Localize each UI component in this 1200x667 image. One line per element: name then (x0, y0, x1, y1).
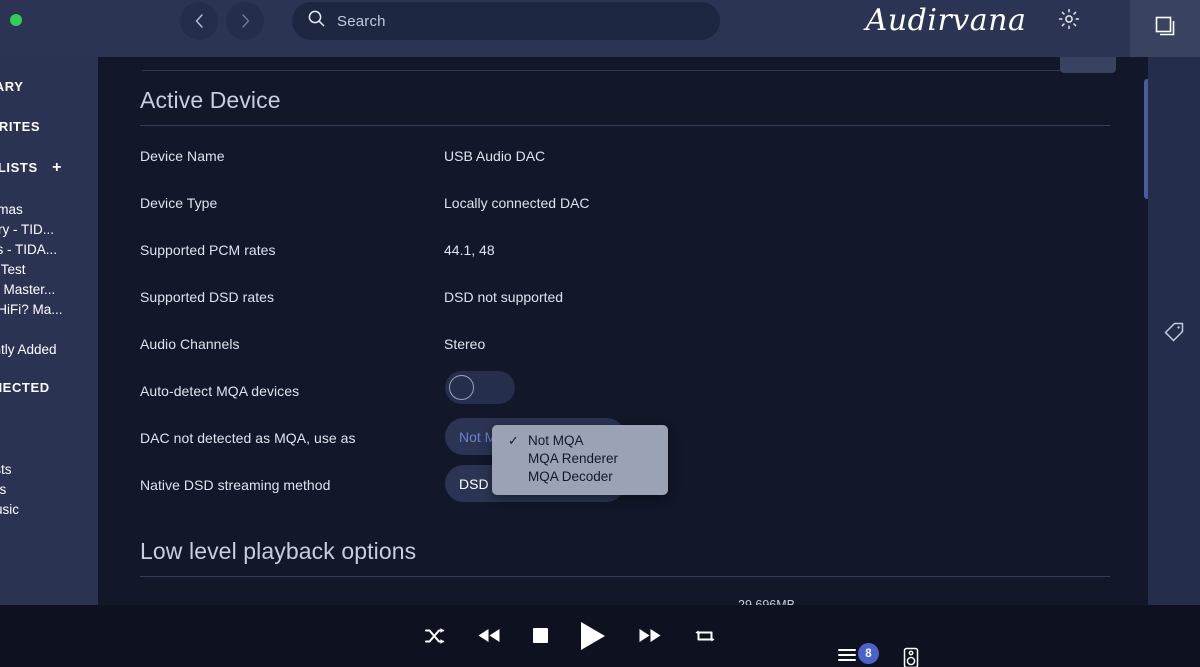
next-button[interactable] (638, 627, 662, 647)
play-icon (580, 621, 606, 654)
low-level-divider (140, 576, 1110, 577)
sidebar-item-christmas[interactable]: Christmas (0, 200, 23, 220)
forward-button[interactable] (226, 2, 264, 40)
sidebar-header-playlists-row: PLAYLISTS + (0, 159, 62, 177)
window-mode-button[interactable] (1130, 0, 1200, 57)
shuffle-button[interactable] (424, 627, 445, 648)
sidebar-item-country-tidal[interactable]: Country - TID... (0, 220, 54, 240)
repeat-button[interactable] (694, 627, 716, 648)
audirvana-window: Search Audirvana LIBRARY FAVORITES (0, 0, 1200, 667)
sidebar-header-favorites: FAVORITES (0, 119, 41, 134)
active-device-divider (140, 125, 1110, 126)
stop-button[interactable] (533, 628, 548, 646)
toggle-knob (449, 375, 474, 400)
sidebar-item-eagles-tidal[interactable]: Eagles - TIDA... (0, 240, 57, 260)
low-level-title: Low level playback options (140, 538, 417, 564)
dropdown-option-mqa-renderer[interactable]: MQA Renderer (492, 450, 668, 468)
mqa-use-as-dropdown-menu[interactable]: ✓ Not MQA MQA Renderer MQA Decoder (492, 425, 668, 495)
row-label-audio-channels: Audio Channels (140, 336, 240, 352)
dropdown-option-label: MQA Renderer (528, 451, 619, 466)
top-bar: Search Audirvana (0, 0, 1200, 57)
window-restore-icon (1153, 14, 1177, 43)
row-value-device-name: USB Audio DAC (444, 148, 546, 164)
row-value-pcm-rates: 44.1, 48 (444, 242, 495, 258)
row-value-dsd-rates: DSD not supported (444, 289, 564, 305)
sidebar-item-recently-added[interactable]: Recently Added (0, 340, 57, 360)
sidebar-item-tidal-masters[interactable]: TIDAL Master... (0, 280, 55, 300)
row-label-device-type: Device Type (140, 195, 218, 211)
row-label-device-name: Device Name (140, 148, 225, 164)
right-rail (1148, 57, 1200, 605)
sidebar-item-my-music[interactable]: My Music (0, 500, 19, 520)
previous-button[interactable] (477, 627, 501, 647)
search-icon (308, 10, 325, 32)
buffer-size-value: 29.696MB (738, 598, 795, 605)
row-value-device-type: Locally connected DAC (444, 195, 590, 211)
scrolled-button-above[interactable] (1060, 57, 1116, 73)
search-input[interactable]: Search (292, 2, 720, 40)
row-label-native-dsd: Native DSD streaming method (140, 477, 331, 493)
tags-button[interactable] (1159, 319, 1189, 349)
dropdown-option-mqa-decoder[interactable]: MQA Decoder (492, 468, 668, 486)
auto-detect-mqa-toggle[interactable] (445, 371, 515, 404)
shuffle-icon (424, 627, 445, 648)
repeat-icon (694, 627, 716, 648)
dropdown-option-label: Not MQA (528, 433, 584, 448)
add-playlist-button[interactable]: + (52, 159, 61, 176)
app-logo: Audirvana (865, 3, 1027, 38)
transport-controls (424, 621, 716, 653)
player-bar: 8 0.0dB (0, 605, 1200, 667)
sidebar-item-playlists[interactable]: Playlists (0, 460, 12, 480)
sidebar-header-library: LIBRARY (0, 79, 24, 94)
playback-queue-button[interactable]: 8 (838, 643, 880, 667)
sidebar-item-what-hifi[interactable]: What HiFi? Ma... (0, 300, 63, 320)
search-placeholder: Search (337, 12, 386, 30)
check-icon: ✓ (508, 433, 519, 448)
chevron-left-icon (195, 14, 204, 28)
sidebar: LIBRARY FAVORITES PLAYLISTS + TIDAL Chri… (0, 57, 98, 605)
row-label-pcm-rates: Supported PCM rates (140, 242, 276, 258)
gear-icon (1057, 7, 1081, 36)
content-scrollbar-thumb[interactable] (1144, 79, 1148, 199)
active-device-title: Active Device (140, 87, 281, 113)
sidebar-header-connected: CONNECTED (0, 380, 50, 395)
sidebar-item-genres[interactable]: Genres (0, 480, 6, 500)
scrolled-field-above (142, 57, 1062, 71)
row-label-auto-detect-mqa: Auto-detect MQA devices (140, 383, 300, 399)
settings-button[interactable] (1054, 6, 1084, 36)
back-button[interactable] (180, 2, 218, 40)
play-button[interactable] (580, 621, 606, 654)
tag-icon (1163, 321, 1185, 348)
dropdown-option-label: MQA Decoder (528, 469, 613, 484)
row-value-audio-channels: Stereo (444, 336, 486, 352)
speaker-icon (900, 647, 922, 667)
row-label-dsd-rates: Supported DSD rates (140, 289, 275, 305)
output-device-button[interactable] (900, 647, 924, 667)
rewind-icon (477, 627, 501, 647)
connection-status-dot (10, 14, 22, 26)
sidebar-item-music-test[interactable]: Music Test (0, 260, 26, 280)
dropdown-option-not-mqa[interactable]: ✓ Not MQA (492, 432, 668, 450)
stop-icon (533, 628, 548, 646)
chevron-right-icon (241, 14, 250, 28)
settings-content: Active Device Device Name USB Audio DAC … (98, 57, 1148, 605)
sidebar-header-playlists: PLAYLISTS (0, 160, 38, 175)
queue-count-badge: 8 (858, 643, 879, 664)
fast-forward-icon (638, 627, 662, 647)
row-label-mqa-use-as: DAC not detected as MQA, use as (140, 430, 356, 446)
